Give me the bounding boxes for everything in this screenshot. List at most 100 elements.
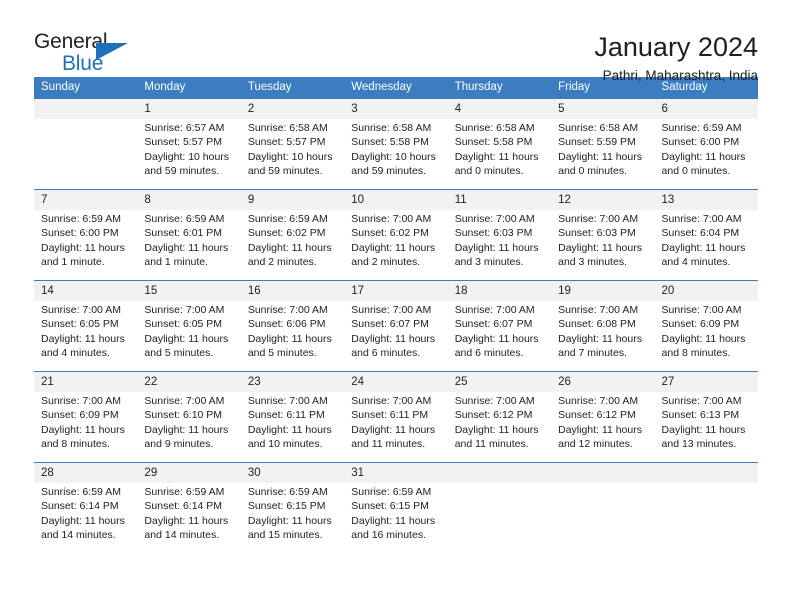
day-detail-cell: Sunrise: 6:58 AM Sunset: 5:58 PM Daylight:… [344, 119, 448, 189]
day-number-cell[interactable]: 24 [344, 372, 448, 392]
day-daylight-line1-text: Daylight: 11 hours [41, 241, 125, 254]
day-sunrise-text: Sunrise: 7:00 AM [454, 304, 535, 316]
day-number-cell[interactable]: 14 [34, 281, 138, 301]
day-sunset-text: Sunset: 6:05 PM [41, 318, 119, 331]
day-daylight-line2-text: and 4 minutes. [41, 347, 110, 360]
day-number-cell[interactable]: 22 [137, 372, 241, 392]
day-number-cell[interactable]: 28 [34, 463, 138, 483]
empty-detail-cell [447, 483, 552, 553]
day-daylight-line2-text: and 0 minutes. [558, 165, 627, 178]
day-number-cell[interactable]: 18 [447, 281, 552, 301]
day-daylight-line2-text: and 11 minutes. [351, 438, 426, 451]
day-sunset-text: Sunset: 5:59 PM [558, 136, 636, 149]
day-sunrise-text: Sunrise: 6:59 AM [41, 486, 121, 498]
day-number-cell[interactable]: 5 [551, 99, 655, 119]
weekday-header-monday: Monday [137, 77, 241, 99]
empty-day-cell [447, 463, 552, 483]
day-number-cell[interactable]: 11 [447, 190, 552, 210]
empty-detail-cell [551, 483, 655, 553]
day-daylight-line1-text: Daylight: 11 hours [351, 514, 436, 527]
day-number-cell[interactable]: 7 [34, 190, 138, 210]
day-number-cell[interactable]: 30 [240, 463, 345, 483]
day-sunset-text: Sunset: 6:08 PM [558, 318, 636, 331]
day-detail-cell: Sunrise: 6:59 AM Sunset: 6:15 PM Daylight:… [344, 483, 448, 553]
empty-day-cell [551, 463, 655, 483]
day-daylight-line2-text: and 8 minutes. [661, 347, 731, 360]
day-number-cell[interactable]: 20 [654, 281, 758, 301]
day-sunset-text: Sunset: 6:12 PM [454, 409, 533, 422]
day-number-cell[interactable]: 8 [137, 190, 241, 210]
day-detail-cell: Sunrise: 7:00 AM Sunset: 6:03 PM Daylight:… [551, 210, 655, 280]
day-detail-cell: Sunrise: 7:00 AM Sunset: 6:11 PM Daylight:… [240, 392, 345, 462]
day-detail-cell: Sunrise: 7:00 AM Sunset: 6:12 PM Daylight:… [551, 392, 655, 462]
day-number-cell[interactable]: 29 [137, 463, 241, 483]
day-detail-cell: Sunrise: 6:59 AM Sunset: 6:14 PM Daylight:… [137, 483, 241, 553]
day-daylight-line2-text: and 8 minutes. [41, 438, 110, 451]
day-sunrise-text: Sunrise: 6:59 AM [247, 213, 328, 225]
day-number-cell[interactable]: 15 [137, 281, 241, 301]
day-daylight-line1-text: Daylight: 11 hours [41, 514, 125, 527]
day-sunrise-text: Sunrise: 7:00 AM [558, 395, 639, 407]
day-daylight-line2-text: and 14 minutes. [41, 529, 116, 542]
day-daylight-line2-text: and 16 minutes. [351, 529, 426, 542]
day-detail-cell: Sunrise: 6:57 AM Sunset: 5:57 PM Daylight:… [137, 119, 241, 189]
day-detail-cell: Sunrise: 7:00 AM Sunset: 6:13 PM Daylight:… [654, 392, 758, 462]
day-number-cell[interactable]: 23 [240, 372, 345, 392]
day-detail-cell: Sunrise: 7:00 AM Sunset: 6:08 PM Daylight:… [551, 301, 655, 371]
day-number-cell[interactable]: 4 [447, 99, 552, 119]
day-daylight-line2-text: and 3 minutes. [454, 256, 524, 269]
day-daylight-line1-text: Daylight: 11 hours [351, 423, 436, 436]
day-daylight-line2-text: and 6 minutes. [454, 347, 524, 360]
day-number-cell[interactable]: 12 [551, 190, 655, 210]
day-daylight-line1-text: Daylight: 10 hours [247, 150, 333, 163]
day-sunset-text: Sunset: 6:13 PM [661, 409, 740, 422]
day-detail-cell: Sunrise: 6:58 AM Sunset: 5:59 PM Daylight:… [551, 119, 655, 189]
day-number-cell[interactable]: 19 [551, 281, 655, 301]
day-number-cell[interactable]: 27 [654, 372, 758, 392]
day-daylight-line2-text: and 11 minutes. [454, 438, 529, 451]
day-number-cell[interactable]: 31 [344, 463, 448, 483]
day-sunrise-text: Sunrise: 7:00 AM [661, 213, 742, 225]
day-detail-cell: Sunrise: 6:59 AM Sunset: 6:02 PM Daylight:… [240, 210, 345, 280]
week-daynumber-row: 123456 [34, 99, 758, 119]
day-sunrise-text: Sunrise: 7:00 AM [351, 213, 432, 225]
day-sunset-text: Sunset: 6:01 PM [144, 227, 223, 240]
day-daylight-line2-text: and 5 minutes. [247, 347, 317, 360]
day-detail-cell: Sunrise: 6:59 AM Sunset: 6:01 PM Daylight:… [137, 210, 241, 280]
sunrise-sunset-calendar: Sunday Monday Tuesday Wednesday Thursday… [34, 77, 758, 553]
day-sunset-text: Sunset: 5:58 PM [454, 136, 533, 149]
day-daylight-line1-text: Daylight: 11 hours [558, 423, 642, 436]
day-daylight-line2-text: and 0 minutes. [661, 165, 731, 178]
week-detail-row: Sunrise: 6:59 AM Sunset: 6:14 PM Daylight:… [34, 483, 758, 553]
general-blue-logo[interactable]: General Blue [34, 30, 184, 78]
day-number-cell[interactable]: 6 [654, 99, 758, 119]
day-sunrise-text: Sunrise: 7:00 AM [558, 213, 639, 225]
week-detail-row: Sunrise: 6:57 AM Sunset: 5:57 PM Daylight:… [34, 119, 758, 189]
day-number-cell[interactable]: 1 [137, 99, 241, 119]
day-daylight-line2-text: and 5 minutes. [144, 347, 214, 360]
day-daylight-line1-text: Daylight: 11 hours [558, 150, 642, 163]
day-number-cell[interactable]: 10 [344, 190, 448, 210]
calendar-body: 1 2 3 4 5 6 Sunrise: 6:57 AM Sunset: 5:57 PM Day… [34, 99, 758, 553]
day-sunset-text: Sunset: 6:11 PM [247, 409, 325, 422]
day-number-cell[interactable]: 3 [344, 99, 448, 119]
day-number-cell[interactable]: 16 [240, 281, 345, 301]
day-number-cell[interactable]: 26 [551, 372, 655, 392]
day-sunset-text: Sunset: 6:12 PM [558, 409, 636, 422]
day-sunset-text: Sunset: 5:57 PM [247, 136, 326, 149]
day-number-cell[interactable]: 2 [240, 99, 345, 119]
day-daylight-line1-text: Daylight: 11 hours [351, 332, 436, 345]
week-daynumber-row: 28 29 30 31 [34, 463, 758, 483]
day-daylight-line2-text: and 4 minutes. [661, 256, 731, 269]
day-number-cell[interactable]: 21 [34, 372, 138, 392]
day-number-cell[interactable]: 25 [447, 372, 552, 392]
day-daylight-line1-text: Daylight: 11 hours [247, 423, 332, 436]
day-number-cell[interactable]: 17 [344, 281, 448, 301]
day-sunset-text: Sunset: 6:00 PM [661, 136, 740, 149]
day-daylight-line2-text: and 13 minutes. [661, 438, 737, 451]
day-number-cell[interactable]: 9 [240, 190, 345, 210]
day-daylight-line2-text: and 12 minutes. [558, 438, 633, 451]
day-sunrise-text: Sunrise: 7:00 AM [144, 395, 225, 407]
day-number-cell[interactable]: 13 [654, 190, 758, 210]
day-sunrise-text: Sunrise: 7:00 AM [351, 304, 432, 316]
